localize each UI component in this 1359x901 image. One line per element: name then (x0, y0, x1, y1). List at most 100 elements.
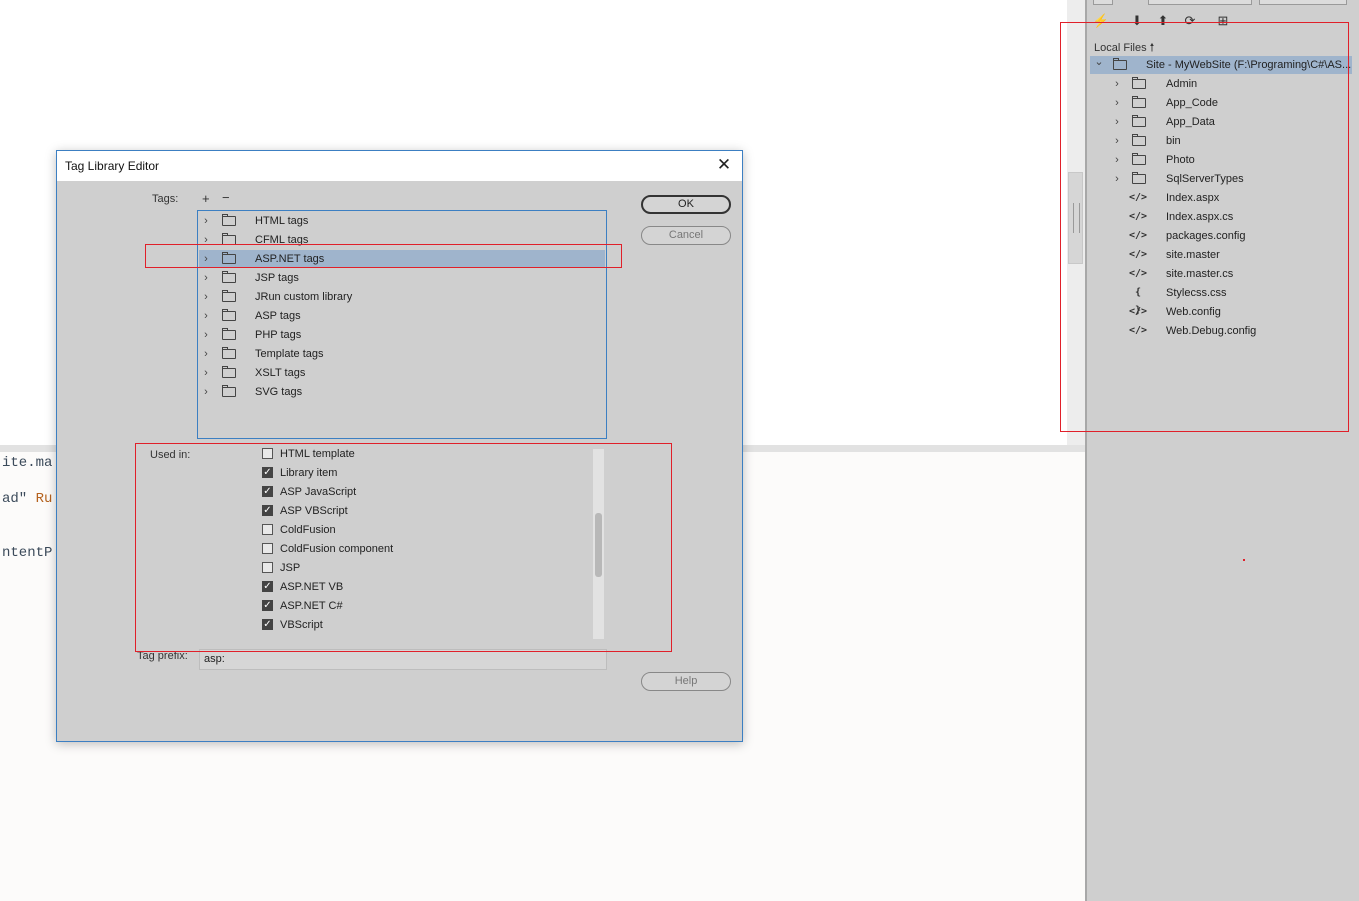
checkbox[interactable]: ✓ (262, 600, 273, 611)
checkbox[interactable]: ✓ (262, 467, 273, 478)
chevron-right-icon[interactable]: › (1112, 170, 1122, 188)
tree-item-label: SqlServerTypes (1166, 173, 1244, 185)
used-in-item[interactable]: ✓ ASP VBScript (258, 502, 588, 521)
cancel-button[interactable]: Cancel (641, 226, 731, 245)
file-tree-item[interactable]: › SqlServerTypes (1090, 170, 1352, 188)
used-in-item[interactable]: ColdFusion (258, 521, 588, 540)
code-file-icon: </> (1129, 249, 1148, 260)
code-file-icon: </> (1129, 325, 1148, 336)
checkbox[interactable]: ✓ (262, 505, 273, 516)
tags-tree[interactable]: › HTML tags › CFML tags › ASP.NET tags › JSP ta… (197, 210, 607, 439)
tree-item-label: Site - MyWebSite (F:\Programing\C#\AS... (1146, 59, 1352, 71)
get-files-icon[interactable]: ⬇ (1128, 12, 1146, 30)
site-dropdown[interactable] (1148, 0, 1252, 5)
used-in-list[interactable]: HTML template ✓ Library item ✓ ASP JavaScrip… (199, 447, 607, 639)
tag-library-editor-dialog: Tag Library Editor ✕ Tags: + − › HTML tag… (56, 150, 743, 742)
file-tree-item[interactable]: </> Web.Debug.config (1090, 322, 1352, 340)
file-tree-item[interactable]: </> site.master (1090, 246, 1352, 264)
folder-icon (1132, 96, 1146, 108)
site-root-item[interactable]: ⌄ Site - MyWebSite (F:\Programing\C#\AS..… (1090, 56, 1352, 74)
file-tree-item[interactable]: › App_Data (1090, 113, 1352, 131)
view-dropdown[interactable] (1259, 0, 1347, 5)
chevron-right-icon[interactable]: › (201, 269, 211, 287)
checkbox[interactable] (262, 448, 273, 459)
chevron-right-icon[interactable]: › (1112, 151, 1122, 169)
tag-library-item[interactable]: › ASP tags (199, 307, 605, 325)
file-tree-item[interactable]: </> packages.config (1090, 227, 1352, 245)
tag-library-item[interactable]: › XSLT tags (199, 364, 605, 382)
help-button[interactable]: Help (641, 672, 731, 691)
tree-item-label: site.master.cs (1166, 268, 1234, 280)
folder-icon (1132, 77, 1146, 89)
file-tree-item[interactable]: </> Index.aspx (1090, 189, 1352, 207)
tree-item-label: packages.config (1166, 230, 1246, 242)
chevron-right-icon[interactable]: › (201, 250, 211, 268)
chevron-right-icon[interactable]: › (1112, 132, 1122, 150)
panel-tab-icon[interactable] (1093, 0, 1113, 5)
disconnect-icon[interactable]: ⚡ (1092, 12, 1110, 30)
tag-library-item[interactable]: › JSP tags (199, 269, 605, 287)
tag-library-item[interactable]: › CFML tags (199, 231, 605, 249)
checkbox[interactable]: ✓ (262, 581, 273, 592)
chevron-right-icon[interactable]: › (1112, 94, 1122, 112)
checkbox[interactable]: ✓ (262, 619, 273, 630)
file-tree-item[interactable]: › App_Code (1090, 94, 1352, 112)
tag-library-item[interactable]: › PHP tags (199, 326, 605, 344)
tree-item-label: site.master (1166, 249, 1220, 261)
tag-library-item[interactable]: › Template tags (199, 345, 605, 363)
used-in-item[interactable]: HTML template (258, 447, 588, 464)
tag-library-label: ASP.NET tags (255, 253, 325, 265)
file-tree-item[interactable]: { } Stylecss.css (1090, 284, 1352, 316)
put-files-icon[interactable]: ⬆ (1154, 12, 1172, 30)
chevron-right-icon[interactable]: › (201, 288, 211, 306)
checkbox[interactable] (262, 543, 273, 554)
ok-button[interactable]: OK (641, 195, 731, 214)
chevron-down-icon[interactable]: ⌄ (1094, 53, 1104, 71)
used-in-item[interactable]: JSP (258, 559, 588, 578)
tag-library-item[interactable]: › SVG tags (199, 383, 605, 401)
tag-prefix-input[interactable]: asp: (199, 649, 607, 670)
used-in-item[interactable]: ✓ ASP.NET VB (258, 578, 588, 597)
checkbox[interactable] (262, 562, 273, 573)
file-tree-item[interactable]: </> site.master.cs (1090, 265, 1352, 283)
used-in-label-text: ASP VBScript (280, 505, 348, 517)
tag-library-item[interactable]: › ASP.NET tags (199, 250, 605, 268)
close-icon[interactable]: ✕ (714, 155, 734, 175)
chevron-right-icon[interactable]: › (201, 212, 211, 230)
used-in-scrollbar-thumb[interactable] (595, 513, 602, 577)
file-tree-item[interactable]: › Photo (1090, 151, 1352, 169)
chevron-right-icon[interactable]: › (1112, 113, 1122, 131)
tag-library-label: HTML tags (255, 215, 309, 227)
add-tag-icon[interactable]: + (202, 191, 210, 206)
folder-icon (222, 214, 236, 226)
refresh-icon[interactable]: ⟳ (1181, 12, 1199, 30)
chevron-right-icon[interactable]: › (201, 307, 211, 325)
file-tree-item[interactable]: › Admin (1090, 75, 1352, 93)
checkbox[interactable]: ✓ (262, 486, 273, 497)
folder-icon (222, 309, 236, 321)
checkbox[interactable] (262, 524, 273, 535)
design-view-scrollbar-thumb[interactable] (1068, 172, 1083, 264)
expand-panel-icon[interactable]: ⊞ (1214, 12, 1232, 30)
used-in-item[interactable]: ColdFusion component (258, 540, 588, 559)
used-in-item[interactable]: ✓ ASP.NET C# (258, 597, 588, 616)
used-in-item[interactable]: ✓ VBScript (258, 616, 588, 635)
file-tree-item[interactable]: </> Index.aspx.cs (1090, 208, 1352, 226)
file-tree-item[interactable]: </> Web.config (1090, 303, 1352, 321)
chevron-right-icon[interactable]: › (201, 364, 211, 382)
chevron-right-icon[interactable]: › (1112, 75, 1122, 93)
tag-library-item[interactable]: › JRun custom library (199, 288, 605, 306)
chevron-right-icon[interactable]: › (201, 231, 211, 249)
chevron-right-icon[interactable]: › (201, 326, 211, 344)
file-tree-item[interactable]: › bin (1090, 132, 1352, 150)
used-in-item[interactable]: ✓ Library item (258, 464, 588, 483)
tag-library-item[interactable]: › HTML tags (199, 212, 605, 230)
tree-item-label: Index.aspx (1166, 192, 1220, 204)
remove-tag-icon[interactable]: − (222, 190, 230, 205)
chevron-right-icon[interactable]: › (201, 345, 211, 363)
used-in-label-text: ASP JavaScript (280, 486, 357, 498)
chevron-right-icon[interactable]: › (201, 383, 211, 401)
used-in-item[interactable]: ✓ ASP JavaScript (258, 483, 588, 502)
used-in-label-text: ColdFusion component (280, 543, 394, 555)
used-in-label-text: ASP.NET VB (280, 581, 344, 593)
